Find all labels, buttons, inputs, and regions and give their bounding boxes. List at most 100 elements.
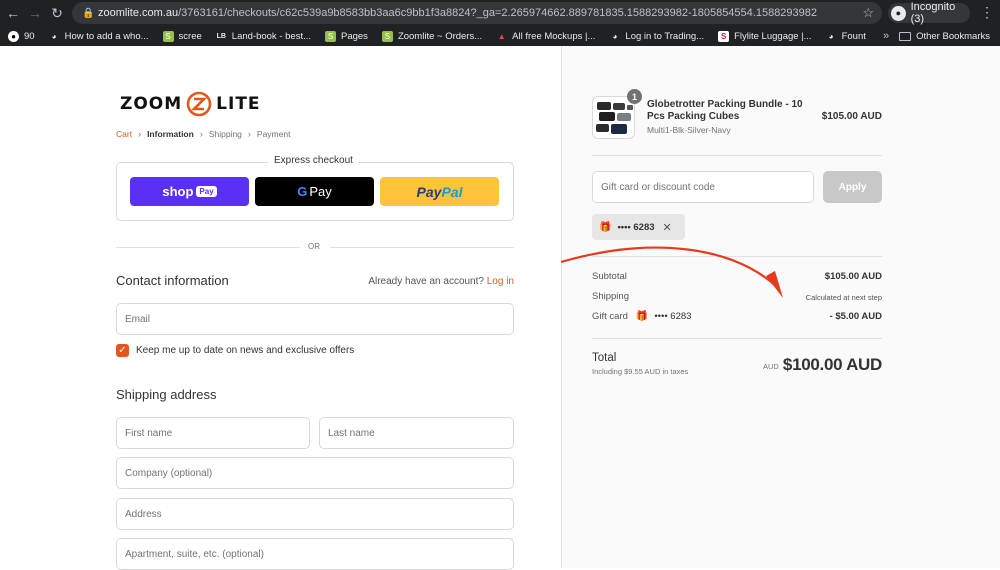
apply-button[interactable]: Apply	[823, 171, 882, 203]
applied-code: •••• 6283	[617, 221, 655, 233]
gift-card-label: Gift card	[592, 311, 628, 322]
gift-card-value: - $5.00 AUD	[829, 311, 882, 322]
order-summary: 1 Globetrotter Packing Bundle - 10 Pcs P…	[561, 46, 1000, 568]
bookmark-item[interactable]: S Pages	[325, 30, 368, 42]
login-link[interactable]: Log in	[487, 276, 514, 287]
shop-pay-text: shop	[162, 184, 194, 199]
bookmark-item[interactable]: LB Land-book - best...	[216, 31, 311, 42]
url-path: /3763161/checkouts/c62c539a9b8583bb3aa6c…	[178, 7, 818, 19]
applied-gift-card-tag: 🎁 •••• 6283 ✕	[592, 214, 685, 240]
shipping-value: Calculated at next step	[805, 293, 882, 302]
product-variant: Multi1-Blk-Silver-Navy	[647, 125, 731, 135]
total-value: $100.00 AUD	[782, 355, 882, 374]
globe-icon: ◕	[51, 31, 57, 41]
breadcrumb-shipping: Shipping	[208, 129, 242, 139]
star-icon[interactable]: ☆	[862, 5, 874, 21]
newsletter-checkbox[interactable]: ✓	[116, 344, 129, 357]
url-host: zoomlite.com.au	[98, 7, 179, 19]
logo-text-left: ZOOM	[120, 94, 183, 114]
chevron-right-icon: ›	[199, 129, 203, 139]
divider	[592, 338, 882, 339]
have-account-text: Already have an account?	[368, 276, 484, 287]
bookmark-item[interactable]: ◕ How to add a who...	[49, 31, 149, 42]
shopify-icon: S	[325, 30, 336, 42]
shipping-label: Shipping	[592, 291, 629, 302]
globe-icon: ◕	[612, 31, 618, 41]
reload-icon[interactable]: ↻	[46, 0, 68, 26]
flylite-icon: S	[718, 30, 730, 42]
other-bookmarks[interactable]: Other Bookmarks	[899, 26, 990, 46]
address-bar[interactable]: 🔒 zoomlite.com.au /3763161/checkouts/c62…	[72, 2, 882, 24]
login-prompt: Already have an account? Log in	[368, 276, 514, 287]
bookmark-item[interactable]: S Flylite Luggage |...	[718, 30, 812, 42]
chevron-right-icon: ›	[247, 129, 251, 139]
apartment-field[interactable]: Apartment, suite, etc. (optional)	[116, 538, 514, 570]
quantity-badge: 1	[627, 89, 642, 104]
gift-card-row: Gift card 🎁 •••• 6283	[592, 311, 691, 322]
packing-cubes-image	[596, 102, 633, 134]
back-icon[interactable]: ←	[2, 0, 24, 26]
more-bookmarks-icon[interactable]: »	[883, 26, 889, 46]
last-name-field[interactable]: Last name	[319, 417, 514, 449]
contact-heading: Contact information	[116, 273, 229, 288]
or-separator: OR	[308, 242, 320, 251]
subtotal-label: Subtotal	[592, 271, 627, 282]
total-label: Total	[592, 352, 617, 364]
bookmark-item[interactable]: ◕ Log in to Trading...	[609, 31, 704, 42]
menu-icon[interactable]: ⋮	[980, 4, 994, 21]
brand-logo[interactable]: ZOOM LITE	[120, 91, 261, 117]
paypal-text-2: Pal	[441, 183, 463, 200]
github-icon: ●	[8, 30, 19, 42]
shop-pay-button[interactable]: shop Pay	[130, 177, 249, 206]
paypal-text-1: Pay	[416, 183, 442, 200]
taxes-note: Including $9.55 AUD in taxes	[592, 367, 689, 376]
divider	[592, 256, 882, 257]
address-field[interactable]: Address	[116, 498, 514, 530]
shop-pay-pill: Pay	[196, 186, 217, 197]
google-pay-text: Pay	[309, 184, 332, 199]
google-icon: G	[297, 184, 308, 199]
bookmark-item[interactable]: ◕ Fount	[826, 31, 866, 42]
subtotal-value: $105.00 AUD	[824, 271, 882, 282]
browser-toolbar: ← → ↻ 🔒 zoomlite.com.au /3763161/checkou…	[0, 0, 1000, 26]
google-pay-button[interactable]: G Pay	[255, 177, 374, 206]
gift-card-code: •••• 6283	[654, 311, 692, 322]
logo-text-right: LITE	[216, 94, 261, 114]
incognito-label: Incognito (3)	[910, 1, 956, 25]
breadcrumb-payment: Payment	[256, 129, 291, 139]
discount-code-field[interactable]: Gift card or discount code	[592, 171, 814, 203]
product-price: $105.00 AUD	[821, 111, 882, 122]
landbook-icon: LB	[216, 32, 226, 40]
bookmark-item[interactable]: ▲ All free Mockups |...	[496, 31, 596, 42]
company-field[interactable]: Company (optional)	[116, 457, 514, 489]
bookmark-item[interactable]: ● 90	[8, 30, 35, 42]
email-field[interactable]: Email	[116, 303, 514, 335]
newsletter-label: Keep me up to date on news and exclusive…	[136, 345, 355, 356]
breadcrumb: Cart › Information › Shipping › Payment	[116, 129, 290, 139]
folder-icon	[899, 31, 912, 41]
lock-icon: 🔒	[82, 7, 95, 19]
divider	[330, 247, 514, 248]
paypal-button[interactable]: Pay Pal	[380, 177, 499, 206]
gift-icon: 🎁	[635, 311, 649, 322]
divider	[116, 247, 300, 248]
bookmarks-bar: ● 90 ◕ How to add a who... Sscree LB Land-b…	[0, 26, 1000, 46]
bookmark-item[interactable]: Sscree	[162, 30, 202, 42]
gift-icon: 🎁	[599, 221, 612, 233]
mockups-icon: ▲	[497, 31, 506, 41]
incognito-badge[interactable]: ● Incognito (3)	[888, 1, 970, 25]
shopify-icon: S	[381, 30, 393, 42]
express-checkout-title: Express checkout	[268, 155, 359, 166]
shipping-heading: Shipping address	[116, 387, 217, 402]
chevron-right-icon: ›	[138, 129, 142, 139]
breadcrumb-cart[interactable]: Cart	[116, 129, 132, 139]
remove-icon[interactable]: ✕	[663, 221, 672, 234]
bookmark-item[interactable]: S Zoomlite ~ Orders...	[381, 30, 482, 42]
first-name-field[interactable]: First name	[116, 417, 310, 449]
forward-icon[interactable]: →	[24, 0, 46, 26]
zoomlite-logo-icon	[186, 91, 212, 117]
breadcrumb-information: Information	[147, 129, 194, 139]
divider	[592, 155, 882, 156]
shopify-icon: S	[162, 30, 174, 42]
checkout-main: ZOOM LITE Cart › Information › Shipping …	[0, 46, 561, 570]
